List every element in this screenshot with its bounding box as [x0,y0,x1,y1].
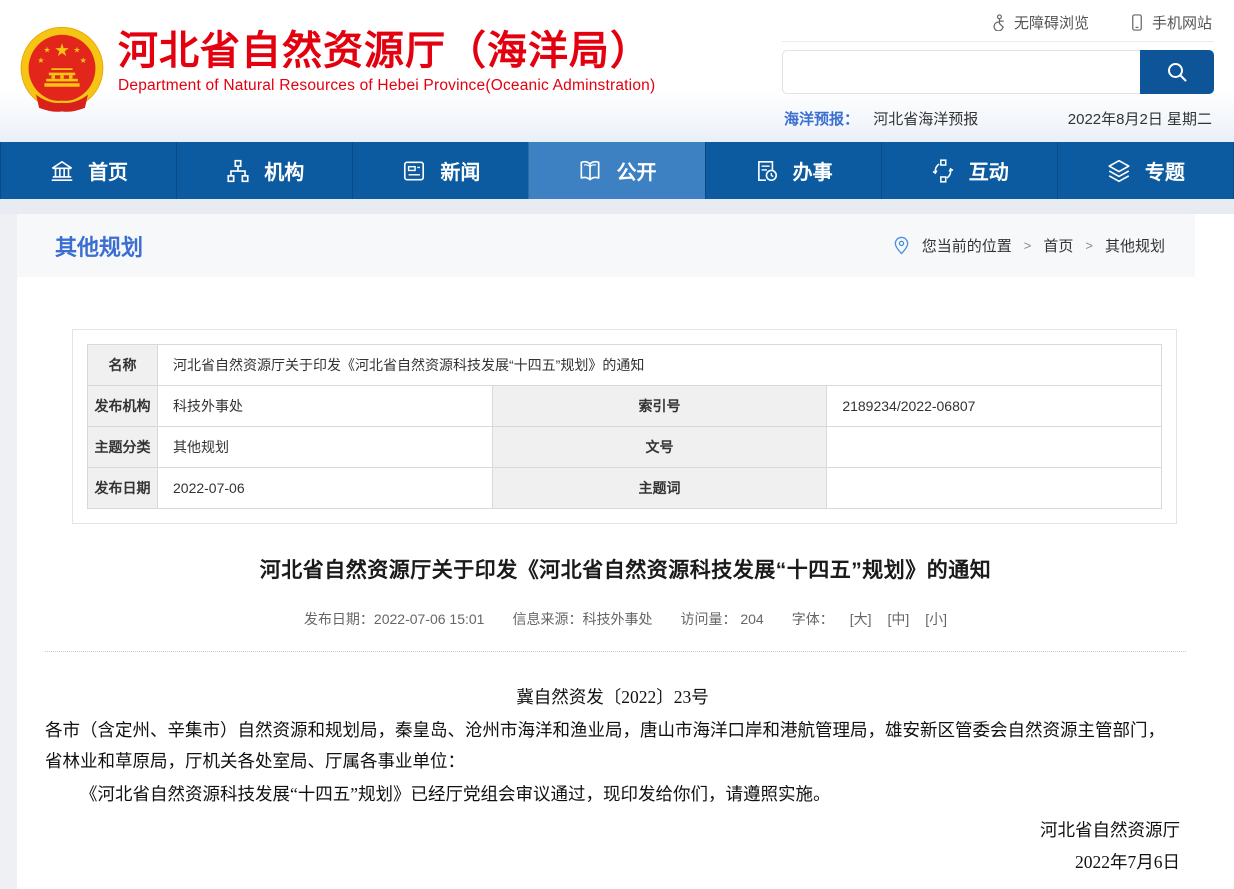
article-meta-row: 发布日期：2022-07-06 15:01 信息来源：科技外事处 访问量： 20… [17,609,1234,629]
signature-org: 河北省自然资源厅 [45,814,1180,846]
document-meta-table: 名称 河北省自然资源厅关于印发《河北省自然资源科技发展“十四五”规划》的通知 发… [87,344,1162,509]
nav-item-org[interactable]: 机构 [176,142,352,199]
table-row: 名称 河北省自然资源厅关于印发《河北省自然资源科技发展“十四五”规划》的通知 [88,345,1162,386]
breadcrumb-separator: > [1024,238,1032,253]
meta-label-pubdate: 发布日期 [88,468,158,509]
breadcrumb-item-current[interactable]: 其他规划 [1105,235,1165,256]
spacer-band [0,199,1234,214]
left-gutter [0,214,17,889]
nav-label: 专题 [1145,156,1185,185]
article-paragraph: 各市（含定州、辛集市）自然资源和规划局，秦皇岛、沧州市海洋和渔业局，唐山市海洋口… [45,715,1180,777]
news-icon [401,158,427,184]
meta-label-name: 名称 [88,345,158,386]
book-icon [577,158,603,184]
forecast-link[interactable]: 河北省海洋预报 [873,111,978,128]
accessibility-label: 无障碍浏览 [1014,12,1089,33]
nav-label: 新闻 [440,156,480,185]
mobile-site-label: 手机网站 [1152,12,1212,33]
interact-icon [930,158,956,184]
mobile-site-link[interactable]: 手机网站 [1129,12,1212,33]
meta-value-docno [827,427,1162,468]
site-title: 河北省自然资源厅（海洋局） [118,28,655,74]
article-body: 冀自然资发〔2022〕23号 各市（含定州、辛集市）自然资源和规划局，秦皇岛、沧… [45,682,1180,889]
breadcrumb-separator: > [1085,238,1093,253]
meta-value-category: 其他规划 [158,427,493,468]
meta-value-index: 2189234/2022-06807 [827,386,1162,427]
meta-label-publisher: 发布机构 [88,386,158,427]
meta-label-docno: 文号 [492,427,827,468]
national-emblem-logo[interactable]: ★ ★ ★ ★ ★ [18,24,106,121]
svg-text:★: ★ [73,45,80,54]
font-size-medium-button[interactable]: [中] [888,609,910,629]
org-icon [225,158,251,184]
meta-value-publisher: 科技外事处 [158,386,493,427]
nav-item-news[interactable]: 新闻 [352,142,528,199]
table-row: 发布机构 科技外事处 索引号 2189234/2022-06807 [88,386,1162,427]
svg-text:★: ★ [80,56,87,65]
article-paragraph: 《河北省自然资源科技发展“十四五”规划》已经厅党组会审议通过，现印发给你们，请遵… [45,779,1180,810]
national-emblem-icon: ★ ★ ★ ★ ★ [18,24,106,116]
location-pin-icon [893,236,910,255]
search-button[interactable] [1140,50,1214,94]
table-row: 发布日期 2022-07-06 主题词 [88,468,1162,509]
svg-text:★: ★ [37,56,44,65]
forecast-label: 海洋预报： [784,111,859,128]
font-size-large-button[interactable]: [大] [850,609,872,629]
article-source: 信息来源：科技外事处 [512,609,652,629]
views-label: 访问量： [680,611,736,627]
nav-label: 公开 [616,156,656,185]
nav-item-services[interactable]: 办事 [705,142,881,199]
breadcrumb: 您当前的位置 > 首页 > 其他规划 [893,235,1165,256]
search-input[interactable] [782,50,1140,94]
svg-text:★: ★ [43,45,50,54]
font-size-small-button[interactable]: [小] [925,609,947,629]
breadcrumb-bar: 其他规划 您当前的位置 > 首页 > 其他规划 [17,214,1195,277]
site-subtitle: Department of Natural Resources of Hebei… [118,77,655,95]
main-nav: 首页 机构 新闻 公开 办事 [0,142,1234,199]
home-icon [49,158,75,184]
views-count: 204 [740,611,763,627]
font-size-label: 字体： [792,609,834,629]
article-title: 河北省自然资源厅关于印发《河北省自然资源科技发展“十四五”规划》的通知 [17,554,1234,584]
signature-date: 2022年7月6日 [45,846,1180,878]
nav-item-public[interactable]: 公开 [528,142,704,199]
accessibility-link[interactable]: 无障碍浏览 [990,12,1089,33]
nav-label: 机构 [264,156,304,185]
article-publish-date: 发布日期：2022-07-06 15:01 [304,609,485,629]
official-doc-number: 冀自然资发〔2022〕23号 [45,682,1180,713]
topics-icon [1106,158,1132,184]
nav-label: 互动 [969,156,1009,185]
meta-label-keywords: 主题词 [492,468,827,509]
mobile-phone-icon [1129,14,1145,31]
nav-label: 首页 [88,156,128,185]
svg-text:★: ★ [54,40,70,60]
nav-item-topics[interactable]: 专题 [1057,142,1234,199]
meta-label-category: 主题分类 [88,427,158,468]
document-meta-box: 名称 河北省自然资源厅关于印发《河北省自然资源科技发展“十四五”规划》的通知 发… [72,329,1177,524]
meta-value-name: 河北省自然资源厅关于印发《河北省自然资源科技发展“十四五”规划》的通知 [158,345,1162,386]
accessibility-icon [990,14,1007,31]
meta-value-keywords [827,468,1162,509]
site-header: ★ ★ ★ ★ ★ 河北省自然资源厅（海洋局） Department of Na… [0,0,1234,142]
table-row: 主题分类 其他规划 文号 [88,427,1162,468]
breadcrumb-item-home[interactable]: 首页 [1043,235,1073,256]
breadcrumb-location-label: 您当前的位置 [922,235,1012,256]
service-icon [754,158,780,184]
search-icon [1165,60,1189,84]
meta-label-index: 索引号 [492,386,827,427]
nav-label: 办事 [793,156,833,185]
current-date: 2022年8月2日 星期二 [1068,108,1212,129]
meta-value-pubdate: 2022-07-06 [158,468,493,509]
divider [45,651,1186,652]
nav-item-home[interactable]: 首页 [0,142,176,199]
page-title: 其他规划 [55,230,143,262]
nav-item-interact[interactable]: 互动 [881,142,1057,199]
